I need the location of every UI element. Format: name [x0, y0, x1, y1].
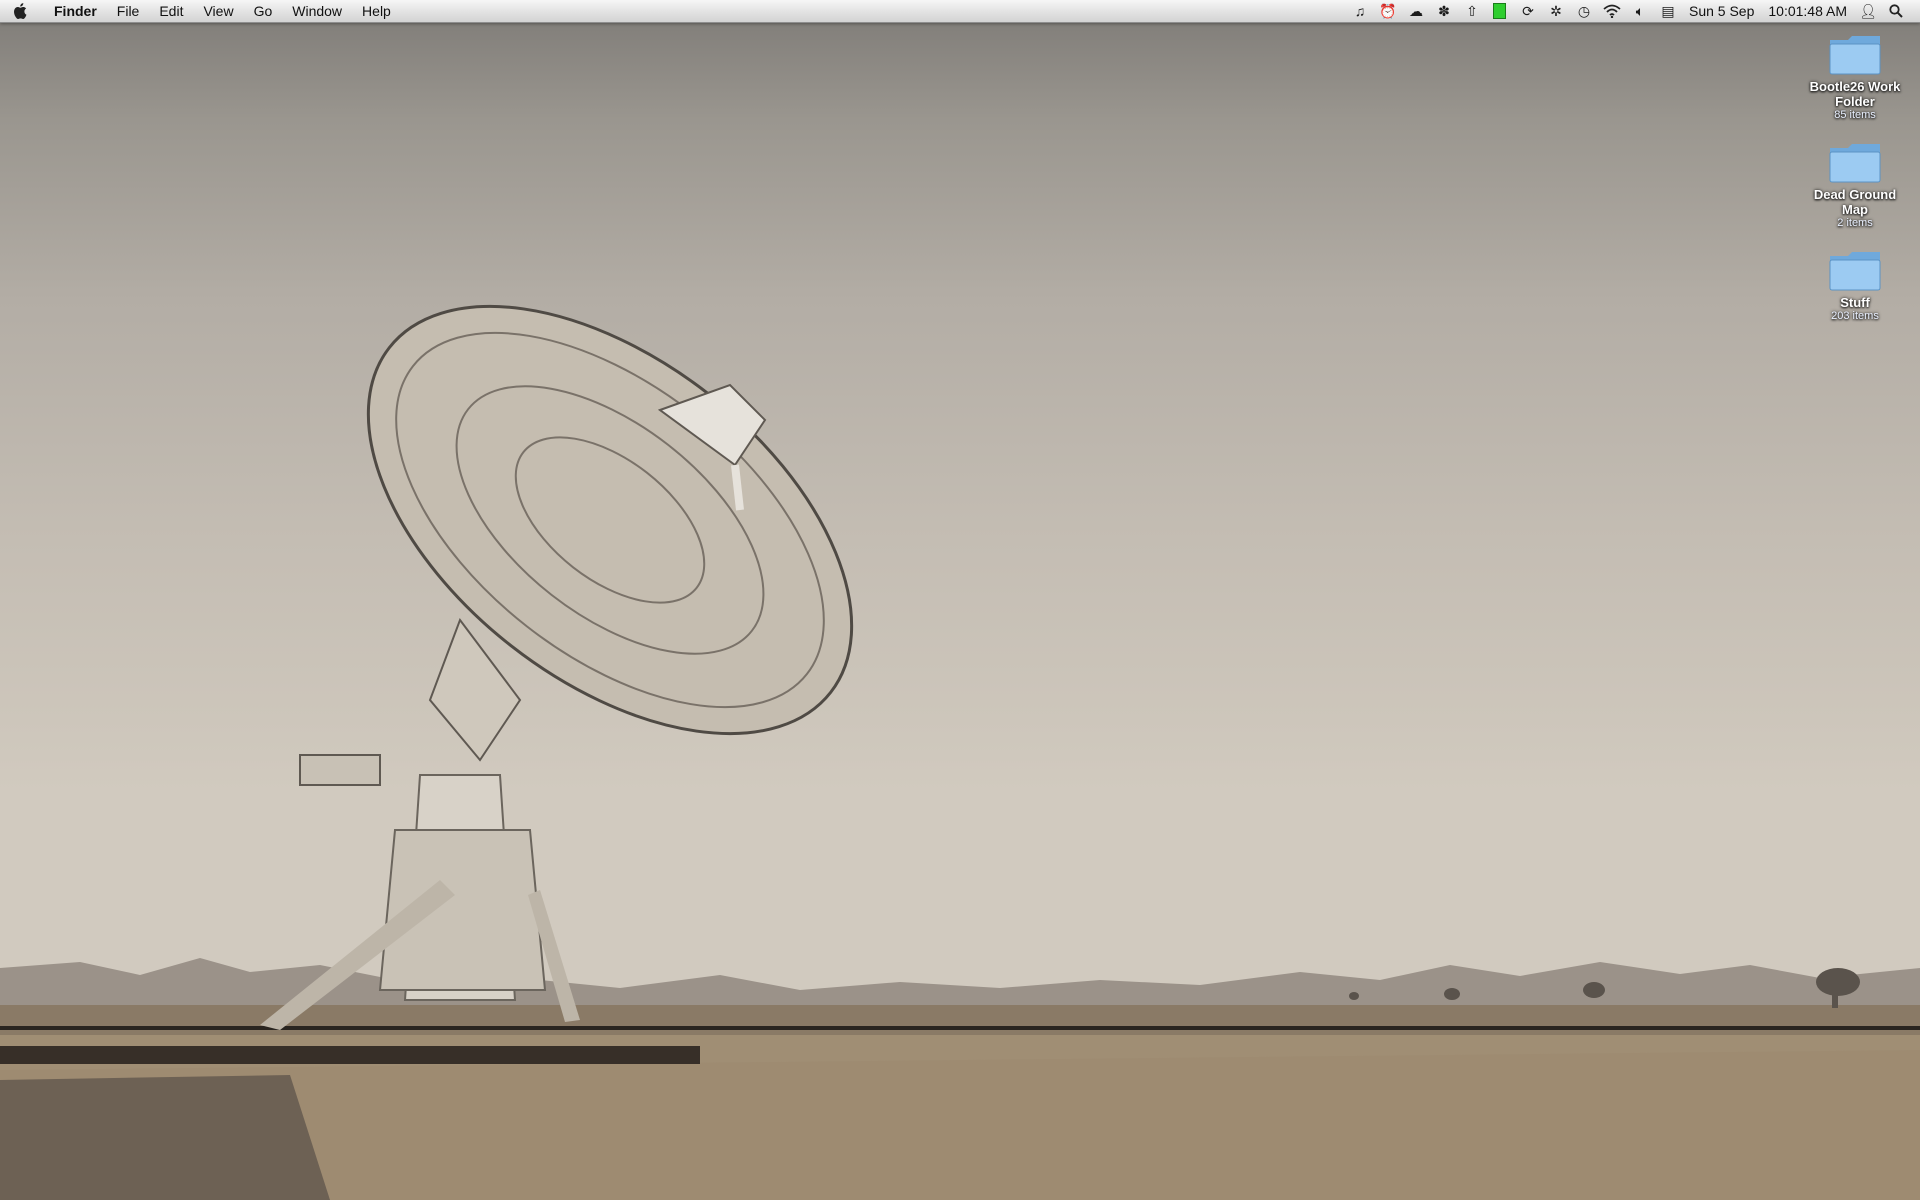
paw-icon[interactable]: ✽ — [1430, 0, 1458, 22]
cloud-sync-icon[interactable]: ☁ — [1402, 0, 1430, 22]
upload-icon[interactable]: ⇧ — [1458, 0, 1486, 22]
itunes-note-icon[interactable]: ♫ — [1346, 0, 1374, 22]
desktop-folder[interactable]: Bootle26 Work Folder 85 items — [1800, 34, 1910, 122]
wifi-icon[interactable] — [1598, 0, 1626, 22]
volume-icon[interactable]: 🔈︎ — [1626, 0, 1654, 22]
desktop-folder-name: Bootle26 Work Folder — [1809, 79, 1901, 109]
folder-icon — [1829, 144, 1881, 183]
desktop-folder-name: Stuff — [1840, 295, 1870, 310]
keyboard-input-icon[interactable]: ▤ — [1654, 0, 1682, 22]
menu-edit[interactable]: Edit — [149, 0, 193, 22]
desktop-folder-name: Dead Ground Map — [1813, 187, 1897, 217]
alarm-clock-icon[interactable]: ⏰ — [1374, 0, 1402, 22]
desktop-folder-info: 203 items — [1831, 310, 1879, 322]
sync-icon[interactable]: ⟳ — [1514, 0, 1542, 22]
folder-icon — [1829, 252, 1881, 291]
spotlight-search-icon[interactable] — [1882, 0, 1910, 22]
desktop-folder-info: 85 items — [1834, 109, 1876, 121]
desktop-folder-info: 2 items — [1837, 217, 1873, 229]
menu-clock[interactable]: 10:01:48 AM — [1761, 0, 1854, 22]
wallpaper-radio-telescope — [0, 304, 1920, 1200]
folder-icon — [1829, 36, 1881, 75]
desktop-folder[interactable]: Dead Ground Map 2 items — [1800, 142, 1910, 230]
desktop[interactable]: Finder File Edit View Go Window Help ♫ ⏰… — [0, 0, 1920, 1200]
battery-green-icon[interactable] — [1486, 0, 1514, 22]
menu-help[interactable]: Help — [352, 0, 401, 22]
bluetooth-icon[interactable]: ✲ — [1542, 0, 1570, 22]
apple-menu-icon[interactable] — [0, 0, 40, 22]
menu-window[interactable]: Window — [282, 0, 352, 22]
menu-bar: Finder File Edit View Go Window Help ♫ ⏰… — [0, 0, 1920, 23]
menu-finder[interactable]: Finder — [40, 0, 107, 22]
menu-view[interactable]: View — [193, 0, 243, 22]
menu-go[interactable]: Go — [244, 0, 283, 22]
time-machine-icon[interactable]: ◷ — [1570, 0, 1598, 22]
menu-date[interactable]: Sun 5 Sep — [1682, 0, 1761, 22]
desktop-folder[interactable]: Stuff 203 items — [1800, 250, 1910, 323]
menu-file[interactable]: File — [107, 0, 150, 22]
user-icon[interactable]: 👤︎ — [1854, 0, 1882, 22]
